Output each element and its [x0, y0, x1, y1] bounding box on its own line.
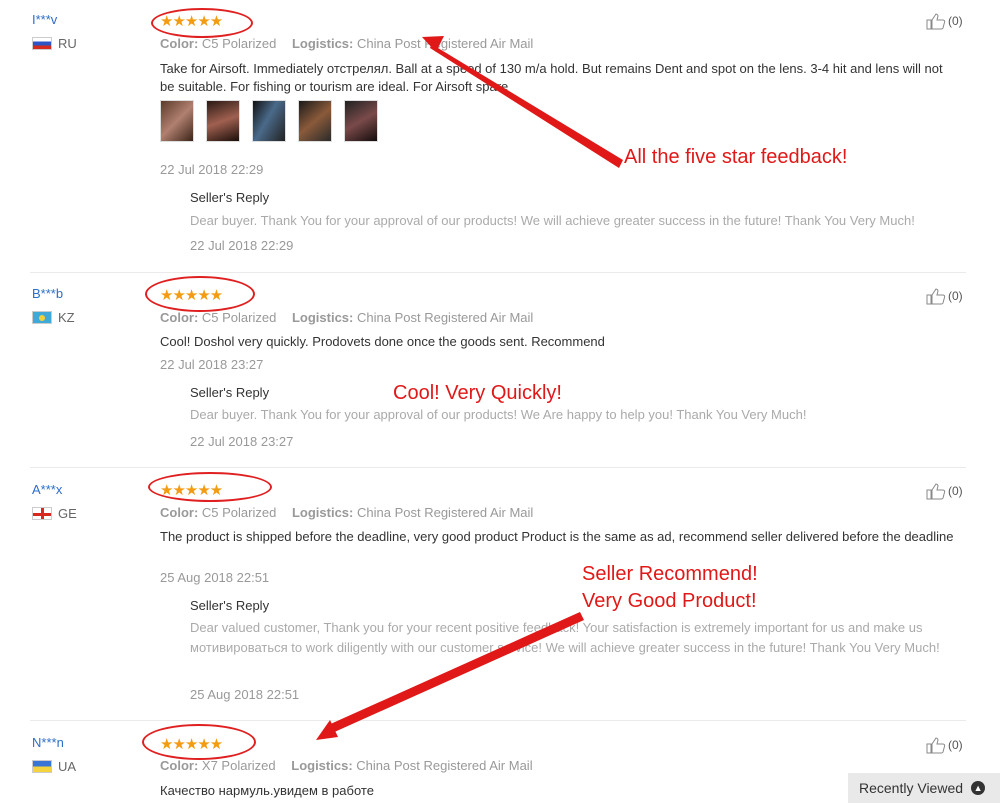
flag-ru-icon [32, 37, 52, 50]
review-photo-thumbnail[interactable] [344, 100, 378, 142]
reviewer-info: N***n UA [32, 735, 76, 774]
helpful-count: (0) [948, 289, 963, 303]
review-photo-thumbnail[interactable] [298, 100, 332, 142]
helpful-button[interactable]: (0) [926, 736, 963, 754]
country-code: RU [58, 36, 77, 51]
chevron-up-icon: ▲ [971, 781, 986, 795]
color-value: C5 Polarized [201, 36, 277, 51]
logistics-label: Logistics: [291, 758, 353, 773]
logistics-label: Logistics: [291, 36, 354, 51]
seller-reply-title: Seller's Reply [190, 385, 270, 400]
thumbs-up-icon [926, 288, 946, 305]
divider [30, 467, 966, 468]
reviewer-name[interactable]: N***n [32, 735, 76, 750]
reviewer-info: A***x GE [32, 482, 77, 521]
seller-reply-title: Seller's Reply [190, 190, 270, 205]
annotation-recommend-2: Very Good Product! [582, 590, 757, 612]
logistics-value: China Post Registered Air Mail [357, 36, 534, 51]
annotation-circle [151, 8, 253, 38]
review-photo-thumbnail[interactable] [160, 100, 194, 142]
annotation-circle [142, 724, 256, 760]
reviewer-country: KZ [32, 310, 75, 325]
reviewer-name[interactable]: A***x [32, 482, 77, 497]
reviewer-name[interactable]: B***b [32, 286, 75, 301]
logistics-label: Logistics: [291, 505, 354, 520]
helpful-button[interactable]: (0) [926, 12, 963, 30]
review-photos [160, 100, 378, 142]
review-text: Качество нармуль.увидем в работе [160, 783, 374, 798]
logistics-value: China Post Registered Air Mail [357, 310, 534, 325]
review-photo-thumbnail[interactable] [252, 100, 286, 142]
logistics-label: Logistics: [291, 310, 354, 325]
review-text: Take for Airsoft. Immediately отстрелял.… [160, 61, 943, 94]
country-code: GE [58, 506, 77, 521]
review-text: Cool! Doshol very quickly. Prodovets don… [160, 334, 605, 349]
flag-ge-icon [32, 507, 52, 520]
order-meta: Color: X7 Polarized Logistics: China Pos… [160, 758, 533, 773]
helpful-count: (0) [948, 484, 963, 498]
color-value: C5 Polarized [201, 505, 277, 520]
color-value: X7 Polarized [201, 758, 276, 773]
seller-reply-date: 22 Jul 2018 22:29 [190, 238, 294, 253]
thumbs-up-icon [926, 13, 946, 30]
annotation-recommend-1: Seller Recommend! [582, 563, 758, 585]
reviewer-country: GE [32, 506, 77, 521]
seller-reply-text: Dear buyer. Thank You for your approval … [190, 213, 915, 228]
country-code: UA [58, 759, 77, 774]
review-date: 22 Jul 2018 23:27 [160, 357, 264, 372]
reviewer-country: UA [32, 759, 76, 774]
helpful-button[interactable]: (0) [926, 482, 963, 500]
order-meta: Color: C5 Polarized Logistics: China Pos… [160, 505, 533, 520]
color-label: Color: [160, 758, 199, 773]
reviewer-info: I***v RU [32, 12, 77, 51]
recently-viewed-label: Recently Viewed [859, 780, 964, 796]
flag-kz-icon [32, 311, 52, 324]
seller-reply-date: 25 Aug 2018 22:51 [190, 687, 300, 702]
thumbs-up-icon [926, 737, 946, 754]
country-code: KZ [58, 310, 75, 325]
order-meta: Color: C5 Polarized Logistics: China Pos… [160, 36, 533, 51]
color-label: Color: [160, 310, 199, 325]
logistics-value: China Post Registered Air Mail [356, 758, 533, 773]
annotation-circle [145, 276, 255, 312]
order-meta: Color: C5 Polarized Logistics: China Pos… [160, 310, 533, 325]
reviewer-country: RU [32, 36, 77, 51]
annotation-cool: Cool! Very Quickly! [393, 382, 562, 404]
seller-reply-title: Seller's Reply [190, 598, 270, 613]
divider [30, 272, 966, 273]
review-text: The product is shipped before the deadli… [160, 529, 954, 544]
seller-reply-text: Dear valued customer, Thank you for your… [190, 620, 940, 655]
helpful-button[interactable]: (0) [926, 287, 963, 305]
logistics-value: China Post Registered Air Mail [357, 505, 534, 520]
helpful-count: (0) [948, 14, 963, 28]
recently-viewed-button[interactable]: Recently Viewed ▲ [848, 773, 1000, 803]
annotation-circle [148, 472, 272, 502]
divider [30, 720, 966, 721]
thumbs-up-icon [926, 483, 946, 500]
helpful-count: (0) [948, 738, 963, 752]
reviewer-info: B***b KZ [32, 286, 75, 325]
review-date: 22 Jul 2018 22:29 [160, 162, 264, 177]
color-label: Color: [160, 36, 199, 51]
color-label: Color: [160, 505, 199, 520]
arrowhead [316, 720, 338, 740]
annotation-five-star: All the five star feedback! [624, 146, 848, 168]
seller-reply-text: Dear buyer. Thank You for your approval … [190, 407, 807, 422]
reviewer-name[interactable]: I***v [32, 12, 77, 27]
review-photo-thumbnail[interactable] [206, 100, 240, 142]
flag-ua-icon [32, 760, 52, 773]
review-date: 25 Aug 2018 22:51 [160, 570, 270, 585]
seller-reply-date: 22 Jul 2018 23:27 [190, 434, 294, 449]
color-value: C5 Polarized [201, 310, 277, 325]
